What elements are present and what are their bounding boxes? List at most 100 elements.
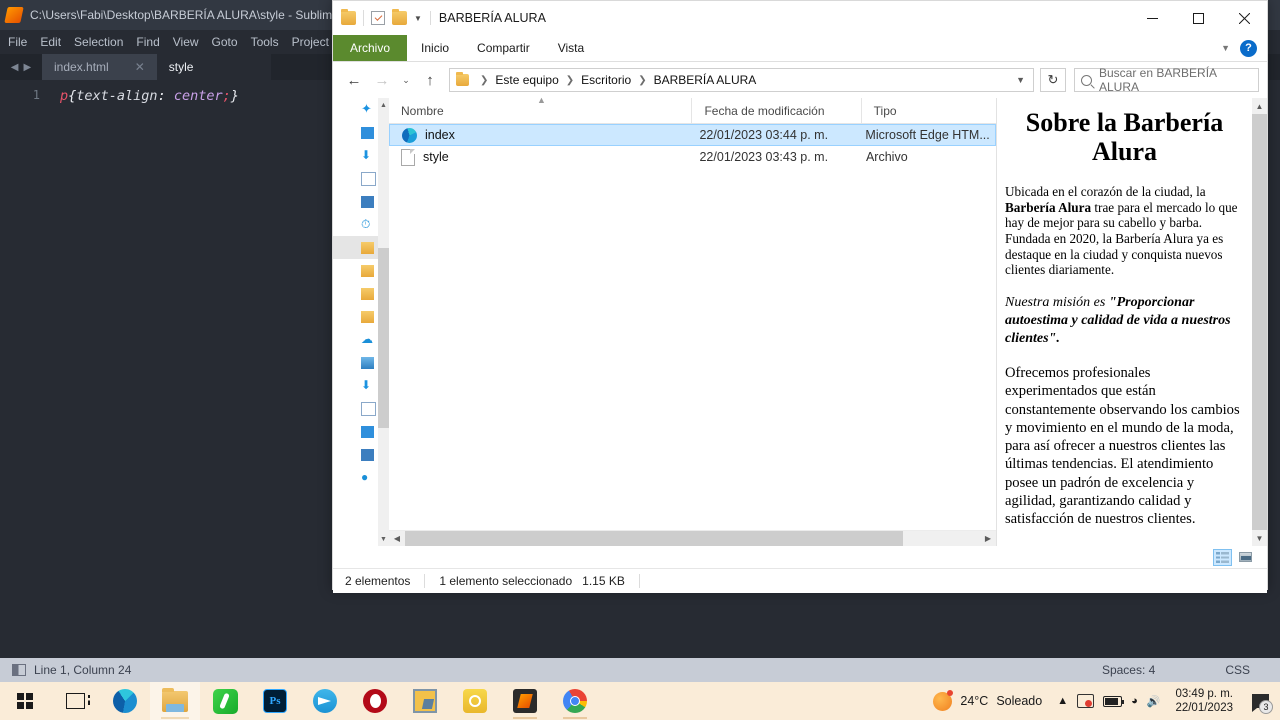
table-row[interactable]: style 22/01/2023 03:43 p. m. Archivo	[389, 146, 996, 168]
preview-mission-statement: Nuestra misión es "Proporcionar autoesti…	[1005, 294, 1244, 349]
wifi-icon[interactable]: ◕	[1131, 695, 1138, 707]
new-folder-icon[interactable]	[392, 9, 407, 25]
nav-scrollbar[interactable]: ▲ ▼	[378, 98, 389, 546]
hscroll-thumb[interactable]	[405, 531, 903, 546]
menu-item-find[interactable]: Find	[136, 35, 159, 49]
weather-widget[interactable]: 24°C Soleado	[933, 689, 1042, 711]
editor-tab-style[interactable]: style	[156, 54, 271, 80]
scroll-right-icon[interactable]: ▶	[980, 534, 996, 543]
taskbar-green-app[interactable]	[200, 682, 250, 720]
breadcrumb-item-barberia-alura[interactable]: BARBERÍA ALURA	[654, 73, 757, 87]
expand-ribbon-icon[interactable]: ▼	[1221, 43, 1230, 53]
task-view-button[interactable]	[50, 682, 100, 720]
sublime-text-icon	[513, 689, 537, 713]
scroll-up-icon[interactable]: ▲	[1252, 98, 1267, 114]
scroll-up-icon[interactable]: ▲	[378, 98, 389, 112]
notification-center-button[interactable]: 3	[1248, 690, 1273, 714]
address-bar-row: ← → ⌄ ↑ ❯ Este equipo ❯ Escritorio ❯ BAR…	[333, 62, 1267, 98]
onedrive-icon[interactable]	[1077, 694, 1095, 708]
ribbon-tab-vista[interactable]: Vista	[544, 35, 598, 61]
selected-count: 1 elemento seleccionado	[439, 574, 573, 588]
tab-scroll-arrows[interactable]: ◀ ▶	[0, 54, 42, 80]
clock[interactable]: 03:49 p. m. 22/01/2023	[1175, 687, 1233, 716]
up-button[interactable]: ↑	[417, 67, 443, 93]
volume-icon[interactable]: 🔊	[1147, 695, 1161, 708]
folder-icon	[361, 310, 374, 323]
paragraph-1-bold: Barbería Alura	[1005, 199, 1092, 215]
minimize-button[interactable]	[1129, 1, 1175, 35]
computer-icon	[361, 356, 374, 369]
explorer-title-bar: ▼ BARBERÍA ALURA	[333, 1, 1267, 35]
menu-item-selection[interactable]: Selection	[74, 35, 123, 49]
breadcrumb-dropdown-icon[interactable]: ▼	[1016, 75, 1029, 85]
forward-button[interactable]: →	[369, 67, 395, 93]
paragraph-1-part-a: Ubicada en el corazón de la ciudad, la	[1005, 184, 1206, 200]
menu-item-project[interactable]: Project	[292, 35, 329, 49]
preview-scrollbar[interactable]: ▲ ▼	[1252, 98, 1267, 546]
properties-icon[interactable]	[371, 11, 385, 25]
scroll-down-icon[interactable]: ▼	[378, 532, 389, 546]
menu-item-edit[interactable]: Edit	[40, 35, 61, 49]
chevron-down-icon[interactable]: ▼	[414, 14, 422, 23]
tab-prev-icon[interactable]: ◀	[11, 62, 19, 73]
taskbar-file-explorer[interactable]	[150, 682, 200, 720]
preview-scroll-thumb[interactable]	[1252, 114, 1267, 530]
menu-item-view[interactable]: View	[173, 35, 199, 49]
taskbar-opera[interactable]	[350, 682, 400, 720]
nav-scroll-thumb[interactable]	[378, 248, 389, 428]
search-placeholder: Buscar en BARBERÍA ALURA	[1099, 66, 1217, 94]
details-view-button[interactable]	[1213, 548, 1232, 566]
taskbar-yellow-app[interactable]	[450, 682, 500, 720]
yellow-app-icon	[463, 689, 487, 713]
file-modified-cell: 22/01/2023 03:44 p. m.	[699, 128, 829, 142]
tab-next-icon[interactable]: ▶	[24, 62, 32, 73]
column-header-tipo[interactable]: Tipo	[862, 98, 996, 123]
close-button[interactable]	[1221, 1, 1267, 35]
horizontal-scrollbar[interactable]: ◀ ▶	[389, 530, 996, 546]
scroll-left-icon[interactable]: ◀	[389, 534, 405, 543]
taskbar-editor-app[interactable]	[400, 682, 450, 720]
navigation-pane[interactable]: ✦ ⬇ ⏱ ☁ ⬇ ● ▲ ▼	[333, 98, 389, 546]
hscroll-track[interactable]	[405, 531, 980, 546]
menu-item-tools[interactable]: Tools	[251, 35, 279, 49]
breadcrumb-separator: ❯	[480, 74, 489, 86]
ribbon-tab-compartir[interactable]: Compartir	[463, 35, 544, 61]
view-mode-strip	[333, 546, 1267, 568]
taskbar-photoshop[interactable]: Ps	[250, 682, 300, 720]
table-row[interactable]: index 22/01/2023 03:44 p. m. Microsoft E…	[389, 124, 996, 146]
empty-list-area[interactable]	[389, 168, 996, 530]
search-input[interactable]: Buscar en BARBERÍA ALURA	[1074, 66, 1259, 94]
indentation-setting[interactable]: Spaces: 4	[1102, 663, 1155, 677]
refresh-button[interactable]: ↻	[1040, 68, 1066, 92]
back-button[interactable]: ←	[341, 67, 367, 93]
maximize-button[interactable]	[1175, 1, 1221, 35]
breadcrumb-item-escritorio[interactable]: Escritorio	[581, 73, 631, 87]
recent-locations-button[interactable]: ⌄	[397, 67, 415, 93]
start-button[interactable]	[0, 682, 50, 720]
sidebar-toggle-icon[interactable]	[12, 664, 26, 676]
close-icon[interactable]: ✕	[135, 60, 145, 74]
ribbon-tab-label: Compartir	[477, 41, 530, 55]
menu-item-file[interactable]: File	[8, 35, 27, 49]
breadcrumb-item-este-equipo[interactable]: Este equipo	[495, 73, 558, 87]
star-icon: ✦	[361, 100, 372, 116]
file-list-pane[interactable]: Nombre Fecha de modificación Tipo ▲ inde…	[389, 95, 996, 546]
column-header-fecha[interactable]: Fecha de modificación	[692, 98, 862, 123]
taskbar-google-chrome[interactable]	[550, 682, 600, 720]
menu-item-goto[interactable]: Goto	[212, 35, 238, 49]
help-icon[interactable]: ?	[1240, 39, 1257, 57]
breadcrumb[interactable]: ❯ Este equipo ❯ Escritorio ❯ BARBERÍA AL…	[449, 68, 1034, 92]
editor-tab-index-html[interactable]: index.html ✕	[42, 54, 157, 80]
cloud-icon: ☁	[361, 331, 373, 346]
ribbon-tab-archivo[interactable]: Archivo	[333, 35, 408, 61]
taskbar-sublime-text[interactable]	[500, 682, 550, 720]
taskbar-telegram[interactable]	[300, 682, 350, 720]
syntax-mode[interactable]: CSS	[1225, 663, 1250, 677]
document-icon	[361, 401, 376, 416]
show-hidden-icons-button[interactable]: ▲	[1057, 695, 1068, 707]
taskbar-microsoft-edge[interactable]	[100, 682, 150, 720]
scroll-down-icon[interactable]: ▼	[1252, 530, 1267, 546]
ribbon-tab-inicio[interactable]: Inicio	[407, 35, 463, 61]
large-icons-view-button[interactable]	[1236, 549, 1255, 566]
battery-icon[interactable]	[1103, 695, 1125, 707]
